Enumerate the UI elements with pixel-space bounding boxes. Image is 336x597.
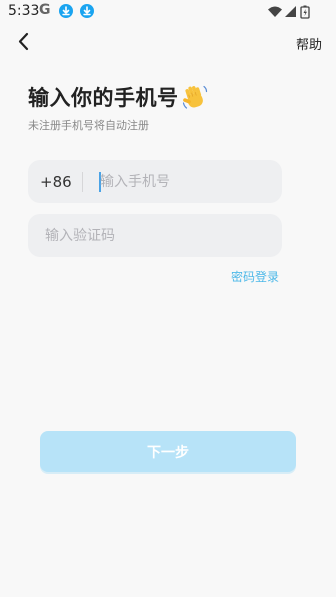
status-icons xyxy=(268,4,314,19)
title-row: 输入你的手机号 xyxy=(28,82,209,112)
status-bar: 5:33 G xyxy=(0,0,336,24)
phone-input[interactable] xyxy=(100,171,270,193)
download-icon xyxy=(59,4,73,18)
country-code[interactable]: +86 xyxy=(40,173,72,191)
subtitle: 未注册手机号将自动注册 xyxy=(28,119,149,132)
chevron-left-icon xyxy=(18,32,29,51)
waving-hand-icon xyxy=(181,83,209,115)
battery-icon xyxy=(300,5,310,19)
phone-field: +86 xyxy=(28,160,282,203)
next-button[interactable]: 下一步 xyxy=(40,431,296,472)
back-button[interactable] xyxy=(12,30,36,54)
page-title: 输入你的手机号 xyxy=(28,86,179,110)
verification-code-field xyxy=(28,214,282,257)
divider xyxy=(82,172,83,192)
verification-code-input[interactable] xyxy=(45,225,265,247)
status-time: 5:33 xyxy=(8,3,40,19)
signal-icon xyxy=(285,6,296,17)
download-icon xyxy=(80,4,94,18)
wifi-icon xyxy=(268,6,282,17)
google-app-icon: G xyxy=(39,2,51,18)
help-link[interactable]: 帮助 xyxy=(296,34,322,53)
password-login-link[interactable]: 密码登录 xyxy=(231,268,279,285)
